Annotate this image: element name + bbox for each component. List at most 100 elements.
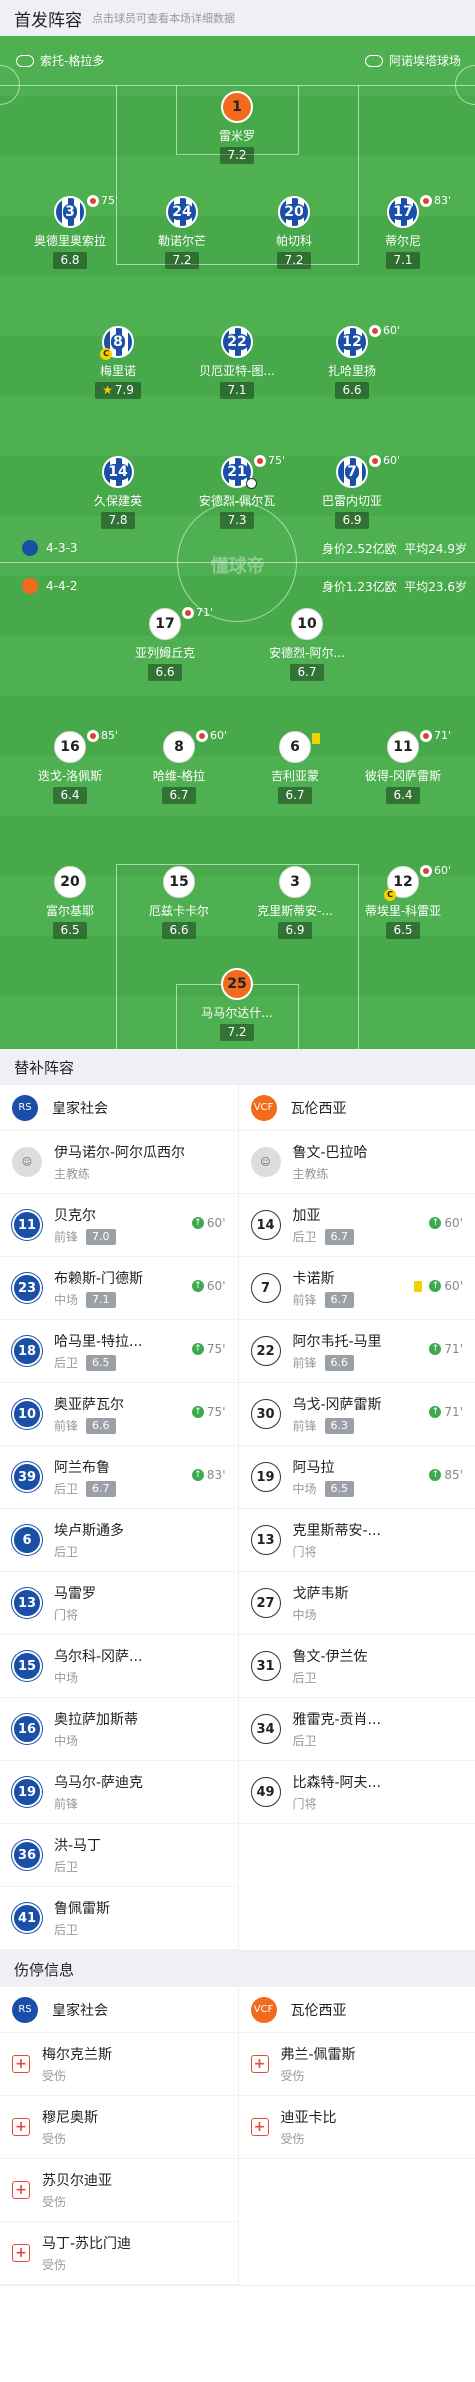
player-name: 克里斯蒂安-... [292,1523,381,1539]
home-player[interactable]: 14 久保建英 7.8 [63,456,173,529]
away-coach-row[interactable]: ☺ 鲁文-巴拉哈 主教练 [238,1131,475,1194]
injury-icon: + [12,2118,30,2136]
sub-player-row[interactable]: 23 布赖斯-门德斯 中场 7.1 ↑ 60' [0,1257,238,1320]
shirt-number-badge: 20 [278,196,310,228]
player-rating: 7.2 [220,147,254,164]
valencia-crest-icon: VCF [250,1996,277,2023]
sub-off-icon [87,729,99,742]
away-player[interactable]: 8 60' 哈维-格拉 6.7 [124,729,234,804]
player-name: 马雷罗 [54,1586,96,1602]
sub-player-row[interactable]: 31 鲁文-伊兰佐 后卫 [238,1635,475,1698]
shirt-number: 15 [169,874,189,890]
shirt-number: 39 [12,1462,42,1492]
sub-player-row[interactable]: 14 加亚 后卫 6.7 ↑ 60' [238,1194,475,1257]
sub-in-arrow-icon: ↑ [429,1343,442,1355]
sub-player-row[interactable]: 22 阿尔韦托-马里 前锋 6.6 ↑ 71' [238,1320,475,1383]
sub-in-minute: 75' [206,1405,226,1419]
away-team-row[interactable]: VCF 瓦伦西亚 [238,1987,475,2033]
shirt-number-badge: 21 [221,456,257,489]
sub-player-row[interactable]: 49 比森特-阿夫... 门将 [238,1761,475,1824]
sub-player-row[interactable]: 15 乌尔科-冈萨... 中场 [0,1635,238,1698]
sub-player-row[interactable]: 13 克里斯蒂安-... 门将 [238,1509,475,1572]
player-position: 后卫 [54,1545,79,1559]
away-player[interactable]: 17 71' 亚列姆丘克 6.6 [110,606,220,681]
player-rating: 7.3 [220,512,254,529]
sub-player-row[interactable]: 19 阿马拉 中场 6.5 ↑ 85' [238,1446,475,1509]
player-rating: 6.5 [86,1354,116,1371]
sub-player-row[interactable]: 39 阿兰布鲁 后卫 6.7 ↑ 83' [0,1446,238,1509]
home-player[interactable]: 22 贝厄亚特-图... 7.1 [182,326,292,399]
player-position: 后卫 [54,1923,79,1937]
away-team-row[interactable]: VCF 瓦伦西亚 [238,1085,475,1131]
sub-in-tag: ↑ 60' [414,1279,463,1293]
player-rating: 6.7 [324,1228,355,1245]
sub-player-row[interactable]: 30 乌戈-冈萨雷斯 前锋 6.3 ↑ 71' [238,1383,475,1446]
injured-player-row[interactable]: + 穆尼奥斯受伤 [0,2096,238,2159]
sub-minute: 60' [210,729,228,742]
sub-player-row[interactable]: 10 奥亚萨瓦尔 前锋 6.6 ↑ 75' [0,1383,238,1446]
shirt-number: 17 [391,204,415,220]
player-position: 门将 [292,1797,317,1811]
home-player[interactable]: 3 75' 奥德里奥索拉 6.8 [15,194,125,269]
shirt-number: 25 [227,976,247,992]
shirt-number: 7 [345,464,359,480]
away-player[interactable]: 10 安德烈-阿尔... 6.7 [252,608,362,681]
sub-player-row[interactable]: 36 洪-马丁 后卫 [0,1824,238,1887]
away-formation: 4-4-2 [46,579,78,593]
away-team-bar: 4-4-2 身价1.23亿欧 平均23.6岁 [0,578,475,598]
real-sociedad-crest-icon: RS [12,1094,38,1121]
sub-player-row[interactable]: 11 贝克尔 前锋 7.0 ↑ 60' [0,1194,238,1257]
home-team-row[interactable]: RS 皇家社会 [0,1987,238,2033]
home-player[interactable]: 21 75' 安德烈-佩尔瓦 7.3 [182,454,292,529]
sub-off-tag: 60' [369,324,400,337]
sub-player-row[interactable]: 34 雅雷克-贡肖... 后卫 [238,1698,475,1761]
home-player[interactable]: 24 勒诺尔芒 7.2 [127,196,237,269]
injured-player-row[interactable]: + 苏贝尔迪亚 受伤 [0,2159,238,2222]
home-player[interactable]: 7 60' 巴雷内切亚 6.9 [297,454,407,529]
sub-player-row[interactable]: 41 鲁佩雷斯 后卫 [0,1887,238,1950]
sub-player-row[interactable]: 13 马雷罗 门将 [0,1572,238,1635]
shirt-number: 11 [393,739,413,755]
injured-player-row[interactable]: + 迪亚卡比 受伤 [238,2096,475,2159]
sub-player-row[interactable]: 16 奥拉萨加斯蒂 中场 [0,1698,238,1761]
sub-player-row[interactable]: 19 乌马尔-萨迪克 前锋 [0,1761,238,1824]
player-name: 穆尼奥斯 [42,2110,98,2126]
sub-off-icon [87,194,99,207]
player-name: 久保建英 [93,494,142,508]
sub-in-tag: ↑ 83' [191,1468,226,1482]
shirt-number: 49 [250,1777,281,1807]
home-crest-icon [22,540,38,556]
home-coach-row[interactable]: ☺ 伊马诺尔-阿尔瓜西尔 主教练 [0,1131,238,1194]
sub-player-row[interactable]: 18 哈马里-特拉... 后卫 6.5 ↑ 75' [0,1320,238,1383]
away-player[interactable]: 3 克里斯蒂安-... 6.9 [240,866,350,939]
injured-player-row[interactable]: + 马丁-苏比门迪 受伤 [0,2222,238,2285]
shirt-number-badge: 22 [221,326,253,358]
injured-player-row[interactable]: + 弗兰-佩雷斯 受伤 [238,2033,475,2096]
home-player[interactable]: 8 C 梅里诺 ★ 7.9 [63,326,173,399]
player-rating: 6.5 [386,922,420,939]
home-team-row[interactable]: RS 皇家社会 [0,1085,238,1131]
sub-player-row[interactable]: 27 戈萨韦斯 中场 [238,1572,475,1635]
home-player[interactable]: 20 帕切科 7.2 [239,196,349,269]
home-player[interactable]: 12 60' 扎哈里扬 6.6 [297,324,407,399]
sub-minute: 60' [434,864,452,877]
sub-player-row[interactable]: 7 卡诺斯 前锋 6.7 ↑ 60' [238,1257,475,1320]
away-player[interactable]: 15 厄兹卡卡尔 6.6 [124,866,234,939]
away-player[interactable]: 25 马马尔达什... 7.2 [182,968,292,1041]
home-player[interactable]: 17 83' 蒂尔尼 7.1 [348,194,458,269]
player-position: 后卫 [54,1356,79,1370]
player-name: 苏贝尔迪亚 [42,2173,112,2189]
injury-status: 受伤 [42,2132,67,2146]
away-player[interactable]: 16 85' 迭戈-洛佩斯 6.4 [15,729,125,804]
injury-icon: + [12,2181,30,2199]
home-player[interactable]: 1 雷米罗 7.2 [182,91,292,164]
away-player[interactable]: 20 富尔基耶 6.5 [15,866,125,939]
sub-player-row[interactable]: 6 埃卢斯通多 后卫 [0,1509,238,1572]
injured-player-row[interactable]: + 梅尔克兰斯 受伤 [0,2033,238,2096]
away-player[interactable]: 12 C 60' 蒂埃里-科雷亚 6.5 [348,864,458,939]
away-player[interactable]: 11 71' 彼得-冈萨雷斯 6.4 [348,729,458,804]
sub-off-tag: 75' [87,194,118,207]
player-position: 后卫 [54,1860,79,1874]
away-player[interactable]: 6 吉利亚蒙 6.7 [240,731,350,804]
captain-icon: C [384,889,396,901]
